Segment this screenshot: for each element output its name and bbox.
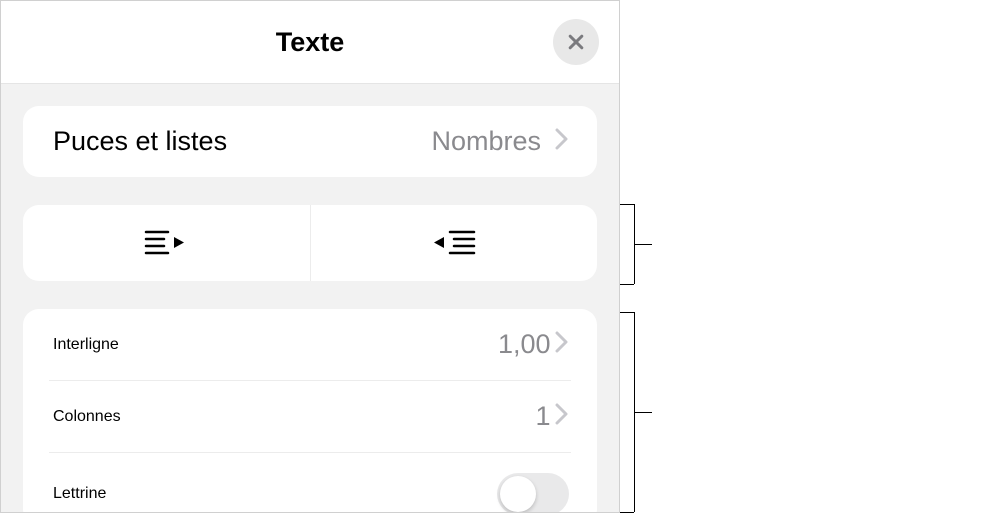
chevron-right-icon — [555, 340, 569, 357]
columns-value: 1 — [536, 401, 551, 431]
text-format-panel: Texte Puces et listes Nombres — [0, 0, 620, 513]
close-button[interactable] — [553, 19, 599, 65]
spacing-card: Interligne 1,00 Colonnes 1 Let — [23, 309, 597, 513]
bullets-card: Puces et listes Nombres — [23, 106, 597, 177]
indent-button[interactable] — [311, 205, 598, 281]
panel-title: Texte — [276, 27, 345, 58]
bullets-row[interactable]: Puces et listes Nombres — [23, 106, 597, 177]
panel-header: Texte — [1, 1, 619, 84]
dropcap-label: Lettrine — [53, 485, 106, 503]
outdent-button[interactable] — [23, 205, 311, 281]
dropcap-toggle[interactable] — [497, 473, 569, 513]
line-spacing-row[interactable]: Interligne 1,00 — [49, 309, 571, 381]
line-spacing-label: Interligne — [53, 336, 119, 354]
indent-button-row — [23, 205, 597, 281]
columns-row[interactable]: Colonnes 1 — [49, 381, 571, 453]
close-icon — [566, 32, 586, 52]
line-spacing-value: 1,00 — [498, 329, 551, 359]
columns-label: Colonnes — [53, 408, 121, 426]
bullets-value: Nombres — [431, 126, 541, 157]
dropcap-row: Lettrine — [49, 453, 571, 513]
outdent-icon — [142, 228, 190, 258]
chevron-right-icon — [555, 128, 569, 155]
indent-icon — [430, 228, 478, 258]
chevron-right-icon — [555, 412, 569, 429]
bullets-label: Puces et listes — [53, 126, 227, 157]
indent-card — [23, 205, 597, 281]
panel-content: Puces et listes Nombres — [1, 84, 619, 512]
